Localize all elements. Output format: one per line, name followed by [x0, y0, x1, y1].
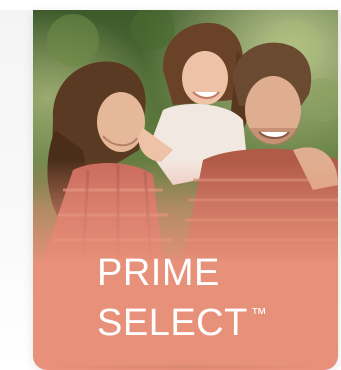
trademark-symbol: ™	[250, 306, 267, 323]
prime-select-card[interactable]: PRIME SELECT ™	[33, 10, 338, 370]
page: PRIME SELECT ™	[0, 0, 341, 370]
card-title-line-1: PRIME	[97, 252, 220, 294]
card-title: PRIME SELECT ™	[97, 253, 267, 344]
card-title-select: SELECT	[97, 302, 248, 344]
top-band	[0, 0, 341, 10]
card-title-line-2: SELECT ™	[97, 294, 267, 344]
card-shadow	[38, 364, 334, 370]
